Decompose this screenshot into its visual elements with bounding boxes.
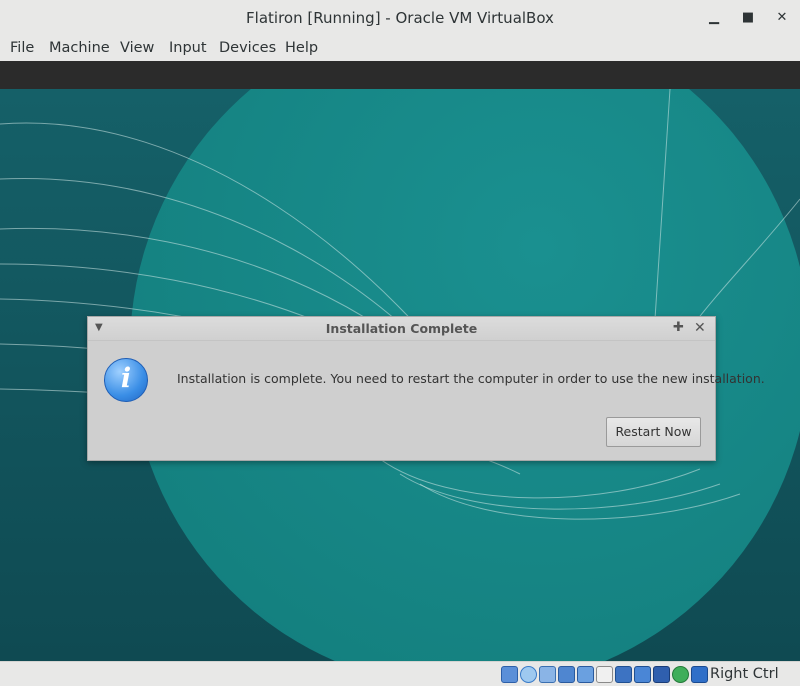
menubar: File Machine View Input Devices Help <box>0 36 800 61</box>
pin-icon[interactable]: ✚ <box>673 319 684 337</box>
window-title: Flatiron [Running] - Oracle VM VirtualBo… <box>246 9 554 27</box>
network-icon[interactable] <box>558 666 575 683</box>
display-icon[interactable] <box>615 666 632 683</box>
hard-disk-icon[interactable] <box>501 666 518 683</box>
restart-now-button[interactable]: Restart Now <box>606 417 701 447</box>
video-capture-icon[interactable] <box>634 666 651 683</box>
host-key-label: Right Ctrl <box>710 666 779 682</box>
virtualization-icon[interactable] <box>672 666 689 683</box>
menu-view[interactable]: View <box>120 36 154 61</box>
recording-icon[interactable] <box>653 666 670 683</box>
menu-devices[interactable]: Devices <box>219 36 276 61</box>
installation-complete-dialog: ▼ Installation Complete ✚ ✕ i Installati… <box>87 316 765 461</box>
window-titlebar: Flatiron [Running] - Oracle VM VirtualBo… <box>0 0 800 37</box>
usb-icon[interactable] <box>577 666 594 683</box>
mouse-integration-icon[interactable] <box>691 666 708 683</box>
menu-help[interactable]: Help <box>285 36 318 61</box>
shared-folders-icon[interactable] <box>596 666 613 683</box>
statusbar: Right Ctrl <box>0 661 800 686</box>
menu-file[interactable]: File <box>10 36 34 61</box>
close-icon[interactable]: ✕ <box>772 8 792 28</box>
maximize-icon[interactable]: ■ <box>738 8 758 28</box>
info-icon: i <box>104 358 148 402</box>
dialog-titlebar: ▼ Installation Complete ✚ ✕ <box>88 317 715 341</box>
menu-machine[interactable]: Machine <box>49 36 110 61</box>
info-icon-glyph: i <box>120 363 132 394</box>
audio-icon[interactable] <box>539 666 556 683</box>
menu-input[interactable]: Input <box>169 36 207 61</box>
guest-top-panel <box>0 61 800 89</box>
minimize-icon[interactable]: ▁ <box>704 8 724 28</box>
dialog-message: Installation is complete. You need to re… <box>177 371 765 386</box>
dialog-close-icon[interactable]: ✕ <box>694 319 706 337</box>
optical-drive-icon[interactable] <box>520 666 537 683</box>
dialog-title: Installation Complete <box>325 321 478 336</box>
